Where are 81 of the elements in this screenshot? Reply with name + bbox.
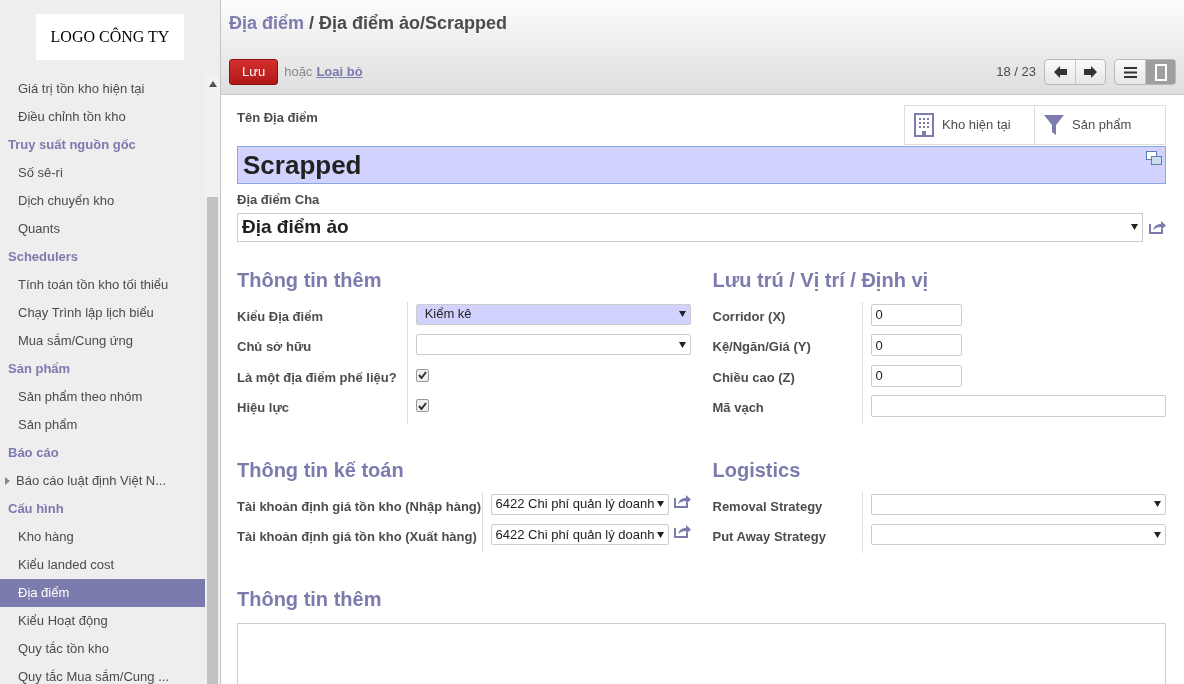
menu-item[interactable]: Kiểu Hoạt động [0,607,205,635]
menu-item[interactable]: Kho hàng [0,523,205,551]
caret-icon [656,501,664,507]
menu-section-header: Sản phẩm [7,360,72,378]
section-heading: Thông tin thêm [237,586,383,611]
field-label: Corridor (X) [712,301,863,332]
form-icon [1154,63,1167,81]
input-field[interactable]: 0 [870,303,962,326]
menu-item[interactable]: Quy tắc tồn kho [0,635,205,663]
checkbox[interactable] [415,399,429,412]
field-label: Là một địa điểm phế liệu? [237,362,408,393]
menu-item[interactable]: Chạy Trình lập lịch biểu [0,299,205,327]
input-field[interactable]: 0 [870,334,962,356]
menu-item[interactable]: Giá trị tồn kho hiện tại [0,75,205,103]
menu-section-header: Báo cáo [7,444,60,462]
field-label: Tên Địa điểm [237,109,318,127]
section-heading: Lưu trú / Vị trí / Định vị [712,267,930,292]
expand-arrow-icon[interactable] [5,477,10,485]
menu-section-header: Cấu hình [7,500,65,518]
menu-item[interactable]: Báo cáo luật định Việt N... [16,467,167,495]
caret-icon [1131,224,1138,230]
caret-icon [656,531,664,538]
left-arrow-icon [1053,66,1067,78]
section-heading: Thông tin thêm [237,267,383,292]
menu-item[interactable]: Quants [0,215,205,243]
external-link-icon[interactable] [673,493,691,508]
field-label: Mã vạch [712,393,863,424]
building-icon [914,113,934,137]
field-label: Tài khoản định giá tồn kho (Xuất hàng) [237,522,483,553]
field-label: Removal Strategy [712,491,863,522]
external-link-icon[interactable] [673,524,691,538]
caret-icon [678,341,686,348]
menu-item[interactable]: Số sê-ri [0,159,205,187]
field-label: Địa điểm Cha [237,191,321,209]
dropdown-select[interactable]: 6422 Chi phí quản lý doanh [490,493,669,515]
breadcrumb-link[interactable]: Địa điểm [229,13,305,33]
company-logo: LOGO CÔNG TY [36,14,184,60]
right-arrow-icon [1084,66,1097,78]
menu-item[interactable]: Kiểu landed cost [0,551,205,579]
menu-section-header: Truy suất nguồn gốc [7,136,137,154]
menu-item[interactable]: Quy tắc Mua sắm/Cung ... [0,663,205,684]
page-title: Địa điểm ảo/Scrapped [319,13,508,33]
input-field[interactable]: 0 [870,364,962,387]
caret-icon [678,311,686,317]
save-button[interactable]: Lưu [229,59,279,85]
dropdown-select[interactable]: Kiểm kê [415,303,691,325]
breadcrumb-separator: / [308,13,316,33]
or-text: hoặc [284,63,313,82]
pager-text: 18 / 23 [996,63,1036,82]
menu-item[interactable]: Sản phẩm theo nhóm [0,383,205,411]
caret-icon [1154,531,1161,538]
checkbox[interactable] [415,368,429,382]
dropdown-select[interactable]: 6422 Chi phí quản lý doanh [490,524,669,545]
menu-item[interactable]: Tính toán tồn kho tối thiểu [0,271,205,299]
field-label: Chiều cao (Z) [712,362,863,393]
smart-button[interactable]: Sản phẩm [1035,105,1166,145]
menu-item[interactable]: Sản phẩm [0,411,205,439]
field-label: Tài khoản định giá tồn kho (Nhập hàng) [237,491,483,522]
menu-item[interactable]: Địa điểm [0,579,205,607]
section-heading: Logistics [712,457,802,482]
field-label: Kệ/Ngăn/Giá (Y) [712,332,863,363]
external-link-icon[interactable] [1149,220,1166,234]
caret-icon [1154,501,1161,507]
parent-location-select[interactable]: Địa điểm ảo [237,212,1143,242]
smart-button[interactable]: Kho hiện tại [904,105,1035,145]
menu-item[interactable]: Điều chỉnh tồn kho [0,103,205,131]
scroll-up-arrow-icon[interactable] [208,81,217,87]
list-icon [1123,66,1137,78]
name-input-field[interactable]: Scrapped [237,146,1166,184]
field-label: Kiểu Địa điểm [237,301,408,332]
menu-item[interactable]: Dịch chuyển kho [0,187,205,215]
field-label: Put Away Strategy [712,522,863,553]
field-label: Hiệu lực [237,393,408,424]
filter-icon [1044,115,1064,135]
menu-item[interactable]: Mua sắm/Cung ứng [0,327,205,355]
section-heading: Thông tin kế toán [237,457,405,482]
input-field[interactable] [870,395,1166,417]
translate-icon[interactable] [1146,151,1162,165]
scrollbar[interactable] [205,75,220,684]
menu-section-header: Schedulers [7,248,80,266]
field-label: Chủ sở hữu [237,332,408,363]
